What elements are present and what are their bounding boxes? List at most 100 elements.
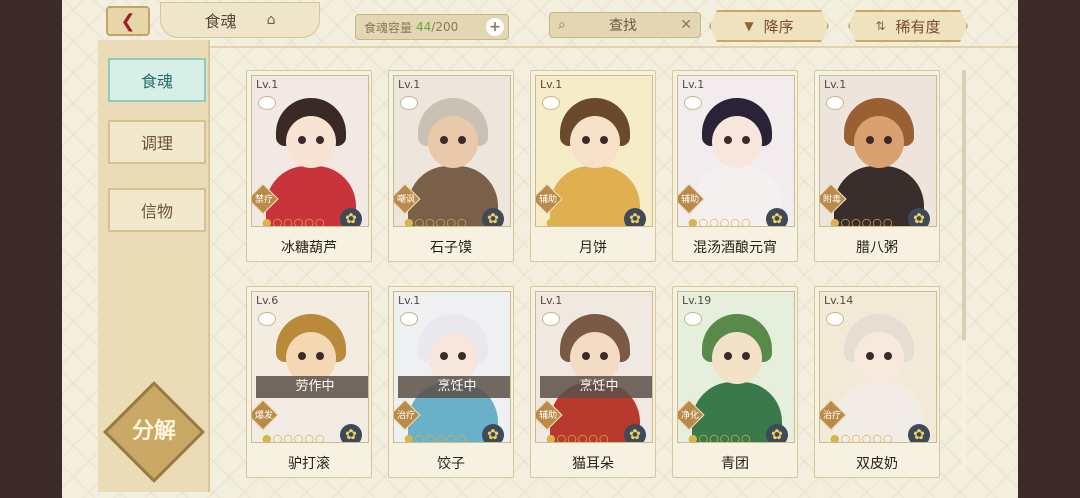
- character-eye: [298, 136, 306, 144]
- star-rating-icon: ●○○○○○: [262, 432, 326, 443]
- capacity-current: 44: [416, 20, 432, 34]
- search-box[interactable]: ⌕ 查找 ✕: [549, 12, 701, 38]
- star-rating-icon: ●○○○○○: [830, 432, 894, 443]
- star-rating-icon: ●○○○○○: [262, 216, 326, 227]
- sort-order-button[interactable]: ▼ 降序: [709, 10, 829, 42]
- cup-icon: [542, 96, 560, 110]
- character-face: [570, 116, 620, 168]
- card-role: 禁疗: [254, 195, 273, 205]
- card-name: 腊八粥: [856, 240, 898, 256]
- character-face: [854, 332, 904, 384]
- character-eye: [582, 136, 590, 144]
- star-rating-icon: ●○○○○○: [830, 216, 894, 227]
- flower-icon: ✿: [340, 424, 362, 442]
- flower-icon: ✿: [908, 424, 930, 442]
- star-rating-icon: ●○○○○○: [546, 216, 610, 227]
- food-soul-card[interactable]: Lv.6 劳作中 爆发 ●○○○○○ ✿ 驴打滚: [246, 286, 372, 478]
- food-soul-card[interactable]: Lv.1 附毒 ●○○○○○ ✿ 腊八粥: [814, 70, 940, 262]
- card-name: 混汤酒酿元宵: [693, 240, 777, 256]
- card-portrait: Lv.1 烹饪中 治疗 ●○○○○○ ✿: [393, 291, 511, 443]
- card-level: Lv.1: [540, 78, 563, 91]
- character-eye: [742, 352, 750, 360]
- card-portrait: Lv.6 劳作中 爆发 ●○○○○○ ✿: [251, 291, 369, 443]
- card-name: 石子馍: [430, 240, 472, 256]
- card-level: Lv.1: [398, 294, 421, 307]
- food-soul-card[interactable]: Lv.1 烹饪中 辅助 ●○○○○○ ✿ 猫耳朵: [530, 286, 656, 478]
- card-name: 青团: [721, 456, 749, 472]
- card-portrait: Lv.19 净化 ●○○○○○ ✿: [677, 291, 795, 443]
- food-soul-card[interactable]: Lv.1 禁疗 ●○○○○○ ✿ 冰糖葫芦: [246, 70, 372, 262]
- card-name: 饺子: [437, 456, 465, 472]
- food-soul-card[interactable]: Lv.1 辅助 ●○○○○○ ✿ 月饼: [530, 70, 656, 262]
- flower-icon: ✿: [482, 208, 504, 226]
- card-name: 猫耳朵: [572, 456, 614, 472]
- food-soul-card[interactable]: Lv.14 治疗 ●○○○○○ ✿ 双皮奶: [814, 286, 940, 478]
- scrollbar-thumb[interactable]: [962, 340, 966, 474]
- flower-icon: ✿: [766, 424, 788, 442]
- back-button[interactable]: ❮: [106, 6, 150, 36]
- back-arrow-icon: ❮: [120, 10, 136, 32]
- card-role: 治疗: [822, 411, 841, 421]
- house-icon: ⌂: [266, 12, 276, 28]
- triangle-down-icon: ▼: [744, 19, 754, 33]
- card-name: 驴打滚: [288, 456, 330, 472]
- character-eye: [458, 136, 466, 144]
- character-face: [286, 116, 336, 168]
- scrollbar[interactable]: [962, 70, 966, 474]
- menu-tab-label: 信物: [140, 202, 173, 221]
- card-portrait: Lv.14 治疗 ●○○○○○ ✿: [819, 291, 937, 443]
- card-level: Lv.1: [398, 78, 421, 91]
- cup-icon: [542, 312, 560, 326]
- character-face: [712, 332, 762, 384]
- card-portrait: Lv.1 嘲讽 ●○○○○○ ✿: [393, 75, 511, 227]
- food-soul-card[interactable]: Lv.1 嘲讽 ●○○○○○ ✿ 石子馍: [388, 70, 514, 262]
- card-role: 净化: [680, 411, 699, 421]
- menu-tab-tokens[interactable]: 信物: [108, 188, 206, 232]
- menu-tab-label: 食魂: [140, 72, 173, 91]
- cup-icon: [684, 96, 702, 110]
- cup-icon: [826, 96, 844, 110]
- card-role: 嘲讽: [396, 195, 415, 205]
- character-eye: [600, 136, 608, 144]
- menu-tab-label: 调理: [140, 134, 173, 153]
- card-role: 辅助: [538, 195, 557, 205]
- flower-icon: ✿: [482, 424, 504, 442]
- menu-tab-prepare[interactable]: 调理: [108, 120, 206, 164]
- character-eye: [724, 136, 732, 144]
- capacity-indicator: 食魂容量 44 /200 +: [355, 14, 509, 40]
- decompose-label: 分解: [131, 419, 176, 444]
- search-label: 查找: [609, 18, 638, 34]
- card-status: 烹饪中: [398, 376, 510, 398]
- flower-icon: ✿: [340, 208, 362, 226]
- page-title-tab: 食魂 ⌂: [160, 2, 320, 38]
- character-eye: [866, 352, 874, 360]
- card-role: 辅助: [680, 195, 699, 205]
- card-level: Lv.1: [256, 78, 279, 91]
- card-portrait: Lv.1 烹饪中 辅助 ●○○○○○ ✿: [535, 291, 653, 443]
- card-role: 爆发: [254, 411, 273, 421]
- cup-icon: [826, 312, 844, 326]
- food-soul-card[interactable]: Lv.1 辅助 ●○○○○○ ✿ 混汤酒酿元宵: [672, 70, 798, 262]
- character-eye: [440, 352, 448, 360]
- capacity-label: 食魂容量: [364, 20, 413, 35]
- star-rating-icon: ●○○○○○: [546, 432, 610, 443]
- sort-order-label: 降序: [763, 17, 794, 36]
- add-capacity-button[interactable]: +: [486, 18, 504, 36]
- card-portrait: Lv.1 辅助 ●○○○○○ ✿: [535, 75, 653, 227]
- star-rating-icon: ●○○○○○: [404, 216, 468, 227]
- card-level: Lv.1: [540, 294, 563, 307]
- sort-by-button[interactable]: ⇅ 稀有度: [848, 10, 968, 42]
- star-rating-icon: ●○○○○○: [688, 216, 752, 227]
- food-soul-card[interactable]: Lv.19 净化 ●○○○○○ ✿ 青团: [672, 286, 798, 478]
- card-role: 治疗: [396, 411, 415, 421]
- card-portrait: Lv.1 禁疗 ●○○○○○ ✿: [251, 75, 369, 227]
- flower-icon: ✿: [766, 208, 788, 226]
- card-level: Lv.6: [256, 294, 279, 307]
- card-name: 冰糖葫芦: [281, 240, 337, 256]
- food-soul-card[interactable]: Lv.1 烹饪中 治疗 ●○○○○○ ✿ 饺子: [388, 286, 514, 478]
- card-name: 双皮奶: [856, 456, 898, 472]
- card-level: Lv.1: [682, 78, 705, 91]
- clear-search-icon[interactable]: ✕: [680, 17, 692, 33]
- menu-tab-food-soul[interactable]: 食魂: [108, 58, 206, 102]
- character-eye: [742, 136, 750, 144]
